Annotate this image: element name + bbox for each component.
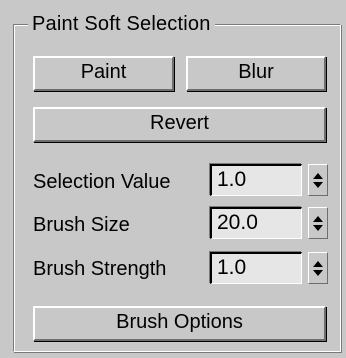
paint-soft-selection-panel: Paint Soft Selection Paint Blur Revert S… [0, 0, 346, 358]
brush-strength-label: Brush Strength [33, 258, 167, 280]
arrow-down-icon[interactable] [313, 269, 323, 276]
brush-size-input[interactable]: 20.0 [210, 207, 302, 239]
arrow-up-icon[interactable] [313, 215, 323, 222]
arrow-down-icon[interactable] [313, 224, 323, 231]
arrow-up-icon[interactable] [313, 260, 323, 267]
brush-options-button[interactable]: Brush Options [33, 306, 326, 341]
revert-button[interactable]: Revert [33, 107, 326, 142]
selection-value-spinner[interactable] [308, 164, 328, 196]
blur-button[interactable]: Blur [186, 56, 326, 91]
brush-size-spinner[interactable] [308, 207, 328, 239]
arrow-down-icon[interactable] [313, 181, 323, 188]
brush-strength-input[interactable]: 1.0 [210, 252, 302, 284]
group-title: Paint Soft Selection [28, 10, 215, 38]
brush-strength-spinner[interactable] [308, 252, 328, 284]
paint-button[interactable]: Paint [33, 56, 174, 91]
selection-value-label: Selection Value [33, 171, 171, 193]
brush-size-label: Brush Size [33, 214, 130, 236]
selection-value-input[interactable]: 1.0 [210, 164, 302, 196]
arrow-up-icon[interactable] [313, 172, 323, 179]
